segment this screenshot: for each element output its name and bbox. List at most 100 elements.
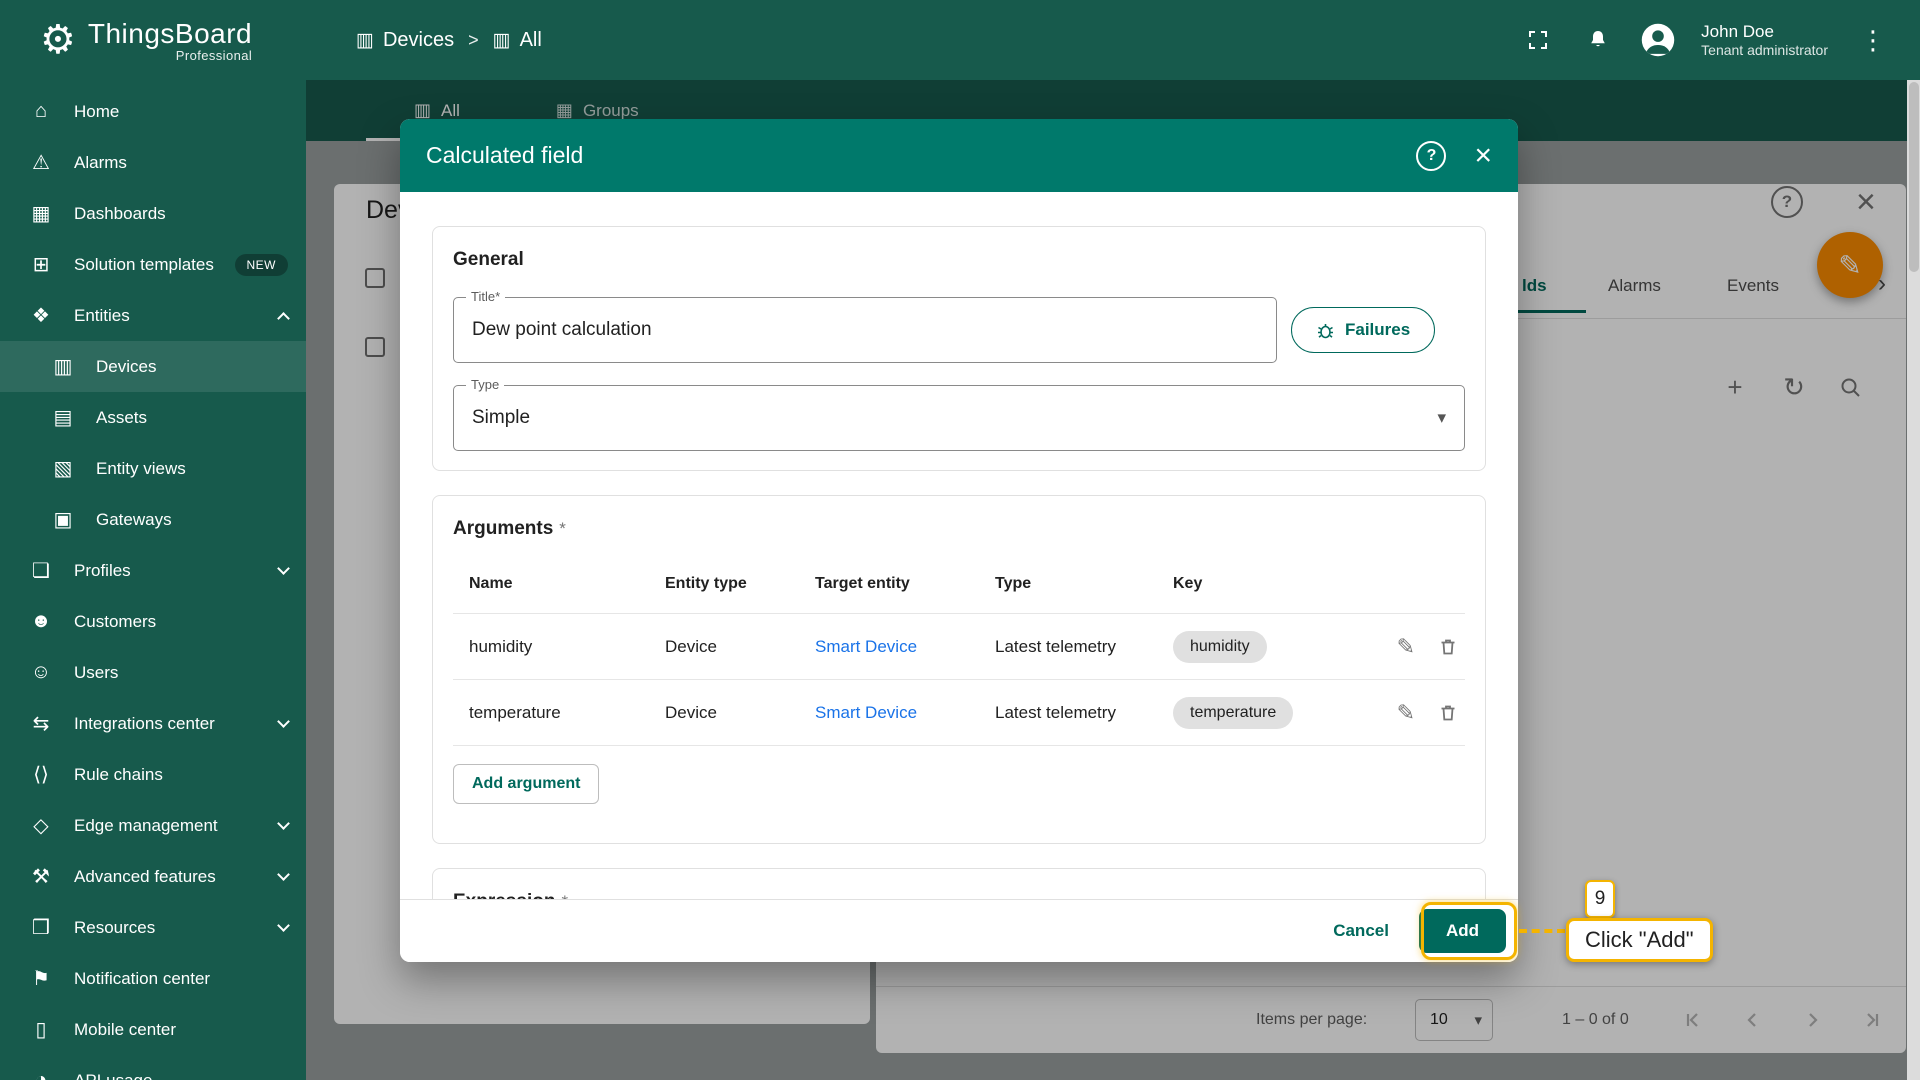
arg-key-chip: humidity <box>1173 630 1267 663</box>
notifications-button[interactable] <box>1581 23 1615 57</box>
arg-entity-type: Device <box>665 702 717 722</box>
sidebar-item-users[interactable]: ☺ Users <box>0 647 306 698</box>
sidebar-item-entities[interactable]: ❖ Entities <box>0 290 306 341</box>
dialog-close-button[interactable]: × <box>1474 140 1492 171</box>
user-avatar[interactable] <box>1641 23 1675 57</box>
sidebar-item-api-usage[interactable]: ◔ API usage <box>0 1055 306 1080</box>
profiles-icon: ❏ <box>32 560 50 582</box>
table-row: humidity Device Smart Device Latest tele… <box>453 614 1465 680</box>
edit-argument-button[interactable]: ✎ <box>1397 634 1415 660</box>
solution-templates-icon: ⊞ <box>32 254 50 276</box>
integrations-icon: ⇆ <box>32 713 50 735</box>
home-icon: ⌂ <box>34 100 48 122</box>
notification-center-icon: ⚑ <box>32 968 50 990</box>
title-input-label: Title* <box>466 289 506 304</box>
expression-heading: Expression* <box>453 891 1465 899</box>
breadcrumb-devices[interactable]: ▥ Devices <box>356 29 454 52</box>
table-header-row: Name Entity type Target entity Type Key <box>453 554 1465 614</box>
type-select[interactable]: Type Simple ▾ <box>453 377 1465 451</box>
sidebar-item-devices[interactable]: ▥ Devices <box>0 341 306 392</box>
arguments-heading: Arguments * <box>453 518 566 539</box>
entity-views-icon: ▧ <box>53 458 73 480</box>
calculated-field-dialog: Calculated field ? × General Title* Dew … <box>400 119 1518 962</box>
annotation-step-badge: 9 <box>1585 880 1615 918</box>
sidebar-item-assets[interactable]: ▤ Assets <box>0 392 306 443</box>
brand-name: ThingsBoard <box>87 17 253 49</box>
alarm-icon: ⚠ <box>32 152 50 174</box>
sidebar-item-entity-views[interactable]: ▧ Entity views <box>0 443 306 494</box>
delete-argument-button[interactable] <box>1437 636 1459 658</box>
user-menu[interactable]: John Doe Tenant administrator <box>1701 21 1828 60</box>
breadcrumb-all[interactable]: ▥ All <box>493 29 542 52</box>
chevron-down-icon <box>277 714 290 728</box>
breadcrumb-all-label: All <box>519 28 542 51</box>
sidebar-item-home[interactable]: ⌂ Home <box>0 86 306 137</box>
avatar-icon <box>1641 23 1675 57</box>
add-argument-button[interactable]: Add argument <box>453 764 600 804</box>
expression-section: Expression* <box>432 868 1486 899</box>
chevron-down-icon <box>277 867 290 881</box>
sidebar-item-dashboards[interactable]: ▦ Dashboards <box>0 188 306 239</box>
edge-management-icon: ◇ <box>33 815 49 837</box>
scrollbar-thumb[interactable] <box>1908 82 1919 272</box>
help-icon: ? <box>1426 146 1437 164</box>
user-name: John Doe <box>1701 21 1774 41</box>
add-button[interactable]: Add <box>1418 909 1506 953</box>
arg-target-link[interactable]: Smart Device <box>815 703 995 723</box>
table-row: temperature Device Smart Device Latest t… <box>453 680 1465 746</box>
cancel-button[interactable]: Cancel <box>1333 921 1389 941</box>
group-icon: ▥ <box>492 29 511 51</box>
col-name: Name <box>469 574 513 592</box>
sidebar-item-advanced-features[interactable]: ⚒ Advanced features <box>0 851 306 902</box>
arg-entity-type: Device <box>665 636 717 656</box>
chevron-down-icon <box>277 918 290 932</box>
annotation-callout: Click "Add" <box>1566 918 1713 962</box>
sidebar-item-notification-center[interactable]: ⚑ Notification center <box>0 953 306 1004</box>
sidebar-item-rule-chains[interactable]: ⟨⟩ Rule chains <box>0 749 306 800</box>
dialog-header: Calculated field ? × <box>400 119 1518 192</box>
chevron-down-icon <box>277 561 290 575</box>
sidebar-item-alarms[interactable]: ⚠ Alarms <box>0 137 306 188</box>
col-type: Type <box>995 574 1032 592</box>
sidebar-item-edge-management[interactable]: ◇ Edge management <box>0 800 306 851</box>
sidebar-item-integrations-center[interactable]: ⇆ Integrations center <box>0 698 306 749</box>
dialog-footer: Cancel Add <box>400 899 1518 962</box>
advanced-features-icon: ⚒ <box>32 866 50 888</box>
sidebar-item-resources[interactable]: ❒ Resources <box>0 902 306 953</box>
trash-icon <box>1441 705 1455 720</box>
breadcrumb-separator: > <box>468 29 479 50</box>
brand-subtitle: Professional <box>175 47 253 63</box>
title-input[interactable]: Title* Dew point calculation <box>453 289 1277 363</box>
general-section: General Title* Dew point calculation Fai… <box>432 226 1486 471</box>
dialog-help-button[interactable]: ? <box>1416 140 1447 171</box>
kebab-menu-icon[interactable]: ⋮ <box>1854 25 1892 56</box>
trash-icon <box>1441 639 1455 654</box>
failures-button[interactable]: Failures <box>1291 307 1436 353</box>
assets-icon: ▤ <box>53 407 73 429</box>
bug-icon <box>1318 323 1333 338</box>
gateways-icon: ▣ <box>53 509 73 531</box>
required-mark: * <box>559 519 566 538</box>
sidebar-item-customers[interactable]: ☻ Customers <box>0 596 306 647</box>
breadcrumb: ▥ Devices > ▥ All <box>356 29 542 52</box>
sidebar-item-solution-templates[interactable]: ⊞ Solution templates NEW <box>0 239 306 290</box>
delete-argument-button[interactable] <box>1437 702 1459 724</box>
rule-chains-icon: ⟨⟩ <box>33 764 49 786</box>
edit-argument-button[interactable]: ✎ <box>1397 700 1415 726</box>
arg-name: humidity <box>469 636 533 656</box>
sidebar-item-profiles[interactable]: ❏ Profiles <box>0 545 306 596</box>
new-badge: NEW <box>234 253 288 276</box>
sidebar-item-mobile-center[interactable]: ▯ Mobile center <box>0 1004 306 1055</box>
app-logo[interactable]: ⚙ ThingsBoard Professional <box>0 18 306 63</box>
page-scrollbar[interactable] <box>1907 80 1920 1080</box>
arg-name: temperature <box>469 702 561 722</box>
dialog-title: Calculated field <box>426 142 584 168</box>
devices-icon: ▥ <box>53 356 73 378</box>
sidebar-item-gateways[interactable]: ▣ Gateways <box>0 494 306 545</box>
top-header: ⚙ ThingsBoard Professional ▥ Devices > ▥… <box>0 0 1920 80</box>
arg-target-link[interactable]: Smart Device <box>815 637 995 657</box>
arg-type: Latest telemetry <box>995 636 1116 656</box>
fullscreen-button[interactable] <box>1521 23 1555 57</box>
fullscreen-icon <box>1529 31 1548 49</box>
breadcrumb-devices-label: Devices <box>382 28 455 51</box>
